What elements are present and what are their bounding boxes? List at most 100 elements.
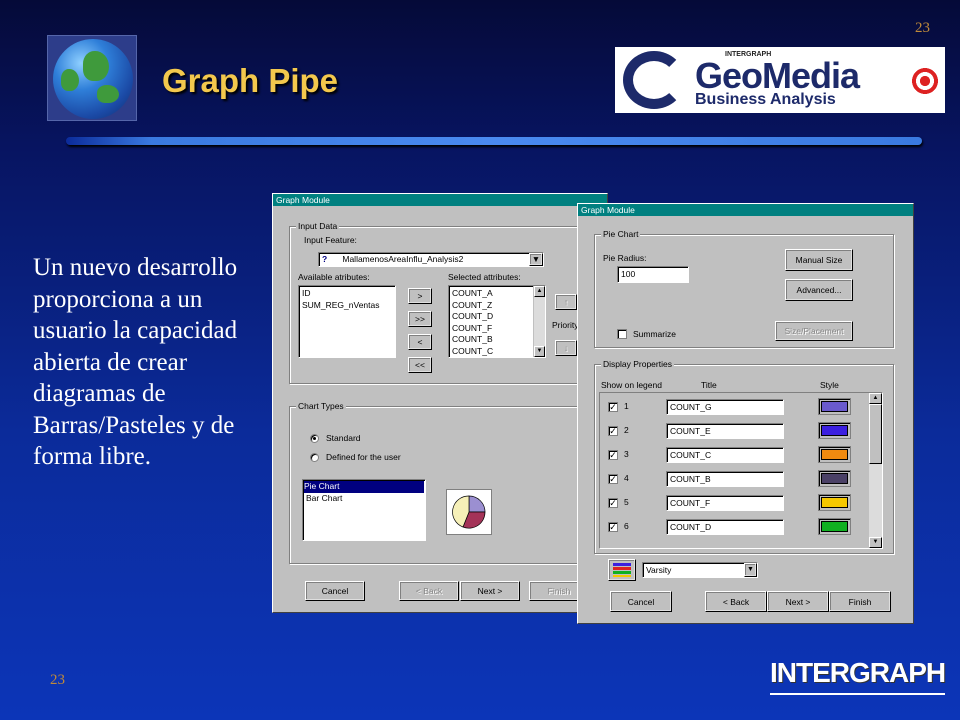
scroll-thumb[interactable] [869, 404, 882, 464]
cancel-button[interactable]: Cancel [305, 581, 365, 601]
pie-preview-icon [452, 495, 486, 529]
swatch-color [821, 449, 848, 460]
manual-size-button[interactable]: Manual Size [785, 249, 853, 271]
legend-checkbox[interactable]: ✓ [608, 474, 618, 484]
swatch-color [821, 497, 848, 508]
size-placement-button[interactable]: Size/Placement [775, 321, 853, 341]
summarize-label: Summarize [633, 329, 676, 339]
style-swatch[interactable] [818, 470, 851, 487]
style-swatch[interactable] [818, 494, 851, 511]
priority-up-icon[interactable]: ↑ [555, 294, 577, 310]
page-number-top: 23 [915, 20, 930, 36]
target-icon [911, 67, 939, 95]
row-number: 5 [624, 497, 629, 507]
standard-radio[interactable] [310, 434, 319, 443]
legend-checkbox[interactable]: ✓ [608, 450, 618, 460]
summarize-checkbox[interactable] [617, 329, 627, 339]
color-scheme-select[interactable]: Varsity ▼ [642, 562, 758, 578]
input-feature-label: Input Feature: [304, 235, 357, 245]
add-all-attributes-button[interactable]: >> [408, 311, 432, 327]
color-scheme-icon[interactable] [608, 559, 636, 581]
slide-title: Graph Pipe [162, 62, 339, 99]
input-feature-select[interactable]: ? MallamenosAreaInflu_Analysis2 ▼ [318, 252, 544, 267]
next-button[interactable]: Next > [767, 591, 829, 612]
chart-type-list[interactable]: Pie Chart Bar Chart [302, 479, 426, 541]
legend-title-input[interactable]: COUNT_C [666, 447, 784, 463]
globe-image [47, 35, 137, 121]
chart-types-label: Chart Types [296, 401, 346, 411]
geomedia-logo: INTERGRAPH GeoMedia Business Analysis [615, 47, 945, 113]
defined-label: Defined for the user [326, 452, 401, 462]
window-1-titlebar: Graph Module [273, 194, 607, 206]
list-item[interactable]: COUNT_Z [452, 300, 531, 312]
legend-title-input[interactable]: COUNT_F [666, 495, 784, 511]
logo-swirl-icon [623, 51, 685, 109]
remove-attribute-button[interactable]: < [408, 334, 432, 350]
chevron-down-icon[interactable]: ▼ [529, 253, 543, 266]
list-item[interactable]: COUNT_A [452, 288, 531, 300]
style-swatch[interactable] [818, 422, 851, 439]
style-swatch[interactable] [818, 398, 851, 415]
row-number: 2 [624, 425, 629, 435]
legend-checkbox[interactable]: ✓ [608, 402, 618, 412]
chevron-down-icon[interactable]: ▼ [744, 563, 757, 577]
legend-title-input[interactable]: COUNT_G [666, 399, 784, 415]
scroll-down-icon[interactable]: ▼ [534, 346, 545, 357]
legend-checkbox[interactable]: ✓ [608, 426, 618, 436]
back-button[interactable]: < Back [705, 591, 767, 612]
slide-body-text: Un nuevo desarrollo proporciona a un usu… [33, 254, 238, 470]
legend-title-input[interactable]: COUNT_B [666, 471, 784, 487]
legend-title-input[interactable]: COUNT_D [666, 519, 784, 535]
list-item[interactable]: Pie Chart [304, 481, 424, 493]
back-button[interactable]: < Back [399, 581, 459, 601]
legend-rows-panel: ✓ 1 COUNT_G ✓ 2 COUNT_E ✓ 3 COUNT_C ✓ 4 … [599, 392, 883, 549]
table-row: ✓ 3 COUNT_C [600, 445, 870, 465]
graph-module-window-1: Graph Module Input Data Input Feature: ?… [272, 193, 608, 613]
pie-chart-group: Pie Chart Pie Radius: 100 Manual Size Ad… [594, 229, 894, 348]
logo-sub-text: Business Analysis [695, 91, 836, 108]
list-item[interactable]: COUNT_F [452, 323, 531, 335]
graph-module-window-2: Graph Module Pie Chart Pie Radius: 100 M… [577, 203, 914, 624]
list-item[interactable]: Bar Chart [304, 493, 424, 505]
list-item[interactable]: COUNT_B [452, 334, 531, 346]
list-item[interactable]: COUNT_D [452, 311, 531, 323]
input-data-group: Input Data Input Feature: ? MallamenosAr… [289, 221, 601, 384]
list-item[interactable]: ID [302, 288, 392, 300]
priority-down-icon[interactable]: ↓ [555, 340, 577, 356]
list-item[interactable]: COUNT_C [452, 346, 531, 358]
table-row: ✓ 6 COUNT_D [600, 517, 870, 537]
pie-radius-label: Pie Radius: [603, 253, 647, 263]
next-button[interactable]: Next > [460, 581, 520, 601]
available-attributes-list[interactable]: ID SUM_REG_nVentas [298, 285, 396, 358]
feature-help-icon: ? [322, 254, 328, 264]
remove-all-attributes-button[interactable]: << [408, 357, 432, 373]
selected-attributes-list[interactable]: COUNT_A COUNT_Z COUNT_D COUNT_F COUNT_B … [448, 285, 546, 358]
row-number: 3 [624, 449, 629, 459]
scroll-up-icon[interactable]: ▲ [869, 393, 882, 404]
title-rule [66, 137, 922, 145]
legend-scrollbar[interactable]: ▲ ▼ [868, 393, 882, 548]
scroll-up-icon[interactable]: ▲ [534, 286, 545, 297]
column-show-on-legend: Show on legend [601, 380, 662, 390]
legend-checkbox[interactable]: ✓ [608, 498, 618, 508]
legend-title-input[interactable]: COUNT_E [666, 423, 784, 439]
scroll-down-icon[interactable]: ▼ [869, 537, 882, 548]
selected-attributes-label: Selected attributes: [448, 272, 521, 282]
style-swatch[interactable] [818, 518, 851, 535]
selected-scrollbar[interactable]: ▲ ▼ [533, 286, 545, 357]
add-attribute-button[interactable]: > [408, 288, 432, 304]
list-item[interactable]: SUM_REG_nVentas [302, 300, 392, 312]
finish-button[interactable]: Finish [829, 591, 891, 612]
intergraph-brand: INTERGRAPH [770, 657, 946, 695]
legend-checkbox[interactable]: ✓ [608, 522, 618, 532]
display-properties-label: Display Properties [601, 359, 674, 369]
swatch-color [821, 521, 848, 532]
swatch-color [821, 425, 848, 436]
input-data-label: Input Data [296, 221, 340, 231]
cancel-button[interactable]: Cancel [610, 591, 672, 612]
style-swatch[interactable] [818, 446, 851, 463]
advanced-button[interactable]: Advanced... [785, 279, 853, 301]
pie-radius-input[interactable]: 100 [617, 266, 689, 283]
table-row: ✓ 4 COUNT_B [600, 469, 870, 489]
defined-radio[interactable] [310, 453, 319, 462]
